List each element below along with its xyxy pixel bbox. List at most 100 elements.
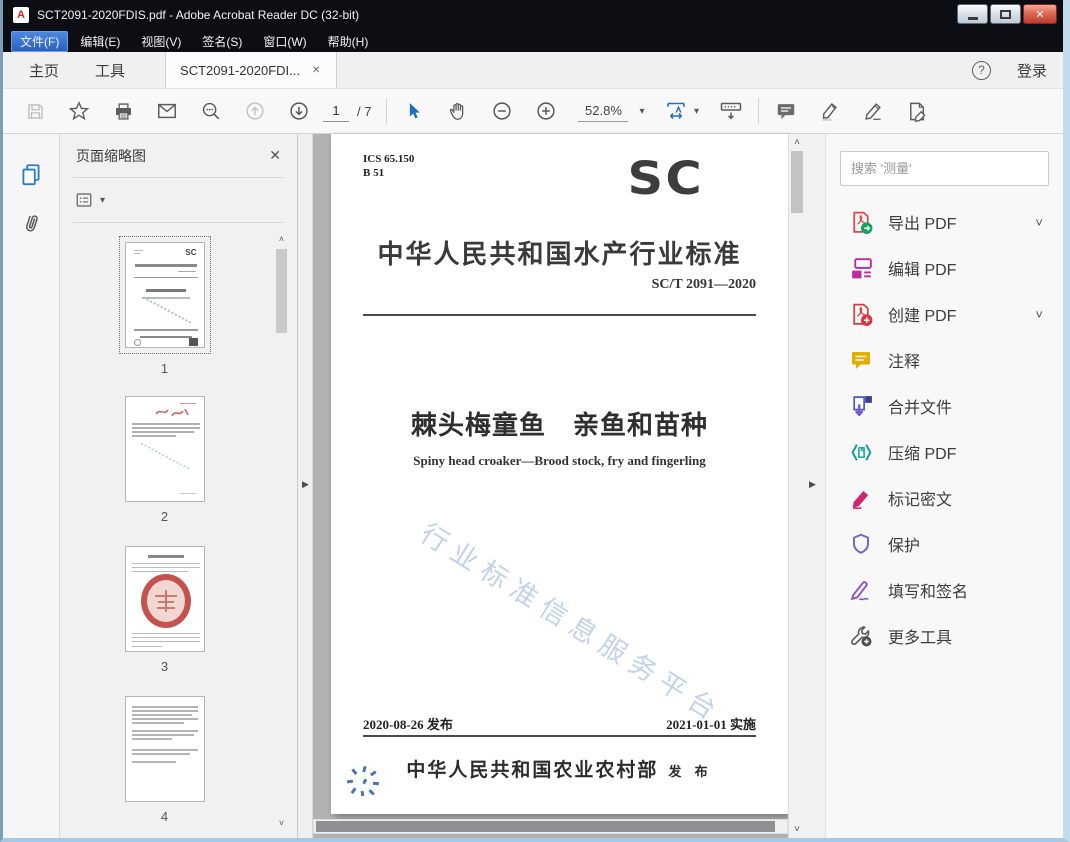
- window-title: SCT2091-2020FDIS.pdf - Adobe Acrobat Rea…: [37, 8, 359, 22]
- issue-date: 2020-08-26 发布: [363, 714, 453, 733]
- window-controls: ✕: [957, 4, 1057, 24]
- tools-search-box: [840, 151, 1049, 186]
- close-button[interactable]: ✕: [1023, 4, 1057, 24]
- tool-label: 导出 PDF: [888, 210, 956, 234]
- footer-rule: [363, 735, 756, 737]
- panel-close-icon[interactable]: ✕: [269, 147, 281, 164]
- page-number-input[interactable]: [323, 101, 349, 122]
- more-tools-wrench-icon: [848, 623, 874, 649]
- maximize-button[interactable]: [990, 4, 1021, 24]
- tool-label: 保护: [888, 532, 920, 556]
- hand-tool-button[interactable]: [436, 89, 480, 133]
- search-button[interactable]: [189, 89, 233, 133]
- favorites-button[interactable]: [57, 89, 101, 133]
- tab-document-label: SCT2091-2020FDI...: [180, 63, 300, 78]
- scroll-up-icon[interactable]: ˄: [279, 234, 284, 244]
- maximize-icon: [1000, 10, 1011, 19]
- implementation-date: 2021-01-01 实施: [666, 714, 756, 733]
- thumbnail-options-button[interactable]: ▾: [75, 191, 105, 209]
- page-scrolling-button[interactable]: [709, 89, 753, 133]
- comment-button[interactable]: [764, 89, 808, 133]
- attachments-rail-button[interactable]: [16, 208, 46, 238]
- help-icon[interactable]: ?: [972, 61, 991, 80]
- login-button[interactable]: 登录: [1017, 60, 1047, 81]
- thumbnail-page-4[interactable]: 4: [60, 696, 269, 824]
- horizontal-scrollbar[interactable]: [313, 819, 788, 834]
- highlight-button[interactable]: [808, 89, 852, 133]
- next-page-button[interactable]: [277, 89, 321, 133]
- minimize-button[interactable]: [957, 4, 988, 24]
- scroll-down-icon[interactable]: ˅: [279, 818, 284, 828]
- scroll-down-icon[interactable]: ˅: [789, 824, 805, 835]
- print-icon: [113, 101, 134, 122]
- toolbar-divider: [386, 98, 387, 124]
- thumbnail-page-1[interactable]: SC 1: [60, 236, 269, 376]
- document-title-cn: 棘头梅童鱼 亲鱼和苗种: [331, 405, 788, 442]
- collapse-handle-icon[interactable]: ▶: [809, 479, 816, 490]
- save-icon: [25, 101, 46, 122]
- zoom-out-button[interactable]: [480, 89, 524, 133]
- previous-page-button[interactable]: [233, 89, 277, 133]
- sign-button[interactable]: [852, 89, 896, 133]
- tool-comment[interactable]: 注释: [826, 337, 1063, 383]
- tab-tools[interactable]: 工具: [77, 52, 143, 88]
- zoom-in-button[interactable]: [524, 89, 568, 133]
- menu-window[interactable]: 窗口(W): [254, 31, 315, 52]
- page-thumbnails-rail-button[interactable]: [16, 160, 46, 190]
- select-tool-button[interactable]: [392, 89, 436, 133]
- ics-code: ICS 65.150 B 51: [363, 152, 414, 181]
- menu-help[interactable]: 帮助(H): [319, 31, 378, 52]
- tool-redact[interactable]: 标记密文: [826, 475, 1063, 521]
- protect-shield-icon: [848, 531, 874, 557]
- chevron-down-icon[interactable]: ˅: [1035, 307, 1043, 322]
- tool-more-tools[interactable]: 更多工具: [826, 613, 1063, 659]
- menu-sign[interactable]: 签名(S): [193, 31, 251, 52]
- thumbnails-scrollbar[interactable]: ˄ ˅: [275, 234, 288, 828]
- tab-document[interactable]: SCT2091-2020FDI... ✕: [165, 52, 337, 88]
- right-panel-collapse-strip: ▶: [805, 134, 825, 838]
- comment-icon: [775, 100, 797, 122]
- vertical-scrollbar[interactable]: ˄ ˅: [788, 134, 805, 838]
- menu-view[interactable]: 视图(V): [132, 31, 190, 52]
- scrollbar-thumb[interactable]: [276, 249, 287, 333]
- fit-width-button[interactable]: ▾: [655, 89, 709, 133]
- print-button[interactable]: [101, 89, 145, 133]
- tool-compress-pdf[interactable]: 压缩 PDF: [826, 429, 1063, 475]
- email-button[interactable]: [145, 89, 189, 133]
- hand-icon: [447, 100, 469, 122]
- tool-export-pdf[interactable]: 导出 PDF ˅: [826, 199, 1063, 245]
- save-button[interactable]: [13, 89, 57, 133]
- tool-label: 合并文件: [888, 394, 952, 418]
- thumbnail-page-2[interactable]: 2: [60, 396, 269, 524]
- document-title-en: Spiny head croaker—Brood stock, fry and …: [331, 453, 788, 469]
- thumbnail-page-number: 4: [161, 809, 168, 824]
- zoom-level-dropdown[interactable]: 52.8% ▾: [578, 101, 644, 122]
- thumbnail-page-3[interactable]: 3: [60, 546, 269, 674]
- tools-search-input[interactable]: [841, 161, 1048, 176]
- collapse-handle-icon[interactable]: ▶: [302, 479, 309, 490]
- publisher-line: 中华人民共和国农业农村部发 布: [331, 755, 788, 782]
- dates-row: 2020-08-26 发布 2021-01-01 实施: [363, 714, 756, 733]
- scroll-up-icon[interactable]: ˄: [789, 137, 805, 148]
- options-list-icon: [75, 191, 93, 209]
- minimize-icon: [968, 17, 978, 20]
- tool-combine-files[interactable]: 合并文件: [826, 383, 1063, 429]
- pdf-page-1: ICS 65.150 B 51 SC 中华人民共和国水产行业标准 SC/T 20…: [331, 134, 788, 814]
- fill-sign-tool-button[interactable]: [896, 89, 940, 133]
- tool-create-pdf[interactable]: 创建 PDF ˅: [826, 291, 1063, 337]
- thumbnails-panel: 页面缩略图 ✕ ▾ SC: [60, 134, 298, 838]
- create-pdf-icon: [848, 301, 874, 327]
- chevron-down-icon[interactable]: ˅: [1035, 215, 1043, 230]
- vertical-scrollbar-thumb[interactable]: [791, 151, 803, 213]
- paperclip-icon: [15, 207, 47, 239]
- tool-fill-sign[interactable]: 填写和签名: [826, 567, 1063, 613]
- menu-file[interactable]: 文件(F): [11, 31, 68, 52]
- tool-protect[interactable]: 保护: [826, 521, 1063, 567]
- horizontal-scrollbar-thumb[interactable]: [316, 821, 775, 832]
- tool-edit-pdf[interactable]: 编辑 PDF: [826, 245, 1063, 291]
- menu-edit[interactable]: 编辑(E): [71, 31, 129, 52]
- standard-header: 中华人民共和国水产行业标准: [331, 234, 788, 271]
- document-canvas[interactable]: ICS 65.150 B 51 SC 中华人民共和国水产行业标准 SC/T 20…: [313, 134, 788, 838]
- tab-home[interactable]: 主页: [11, 52, 77, 88]
- tab-close-icon[interactable]: ✕: [312, 65, 320, 76]
